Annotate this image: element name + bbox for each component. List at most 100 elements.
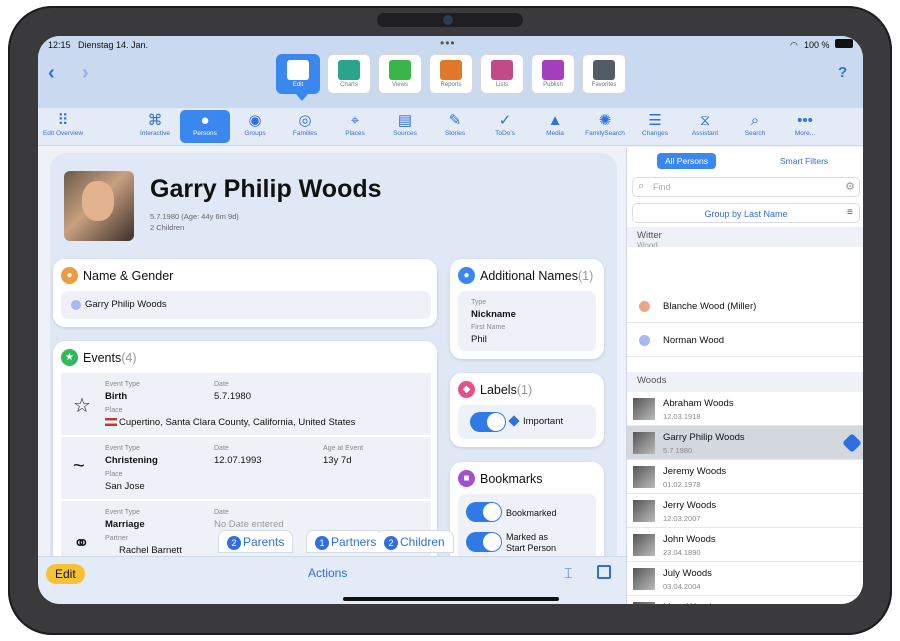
- additional-names-card[interactable]: ● Additional Names(1) Type Nickname Firs…: [450, 259, 604, 359]
- all-persons-tab[interactable]: All Persons: [657, 153, 716, 169]
- person-icon: ●: [61, 267, 78, 284]
- event-row[interactable]: ☆ Event Type Birth Date 5.7.1980 Place C…: [61, 373, 431, 435]
- toolbar-favorites-button[interactable]: Favorites: [582, 54, 626, 94]
- secondary-toolbar: ⠿ Edit Overview ⌘ Interactive ● Persons ◉ Group…: [38, 108, 863, 146]
- person-thumbnail: [633, 466, 655, 488]
- help-button[interactable]: ?: [838, 64, 847, 81]
- pencil-icon: [287, 60, 309, 80]
- list-item[interactable]: John Woods 23.04.1890: [627, 528, 863, 562]
- tab-search[interactable]: ⌕ Search: [730, 110, 780, 143]
- tab-sources[interactable]: ▤ Sources: [380, 110, 430, 143]
- person-thumbnail: [633, 534, 655, 556]
- list-item[interactable]: Blanche Wood (Miller): [627, 289, 863, 323]
- person-thumbnail: [633, 398, 655, 420]
- tab-more[interactable]: ••• More...: [780, 110, 830, 143]
- toolbar-reports-button[interactable]: Reports: [429, 54, 473, 94]
- search-input[interactable]: ⌕ Find ⚙: [632, 177, 860, 197]
- back-arrow-icon[interactable]: ‹: [48, 62, 55, 85]
- chart-toggle-icon[interactable]: ⌶: [564, 565, 572, 582]
- status-date: Dienstag 14. Jan.: [78, 40, 149, 50]
- report-icon: [440, 60, 462, 80]
- name-gender-card[interactable]: ● Name & Gender Garry Philip Woods: [53, 259, 437, 327]
- list-item[interactable]: Jerry Woods 12.03.2007: [627, 494, 863, 528]
- camera-icon: [443, 15, 453, 25]
- tab-interactive[interactable]: ⌘ Interactive: [130, 110, 180, 143]
- sidebar-toggle-icon[interactable]: [597, 565, 611, 579]
- gender-dot-icon: [639, 335, 650, 346]
- tab-edit-overview[interactable]: ⠿ Edit Overview: [38, 110, 88, 143]
- list-item[interactable]: Marc Woods12.02.2013: [627, 596, 863, 604]
- person-avatar[interactable]: [64, 171, 134, 241]
- group-by-button[interactable]: Group by Last Name: [632, 203, 860, 223]
- card-title: Bookmarks: [480, 472, 543, 486]
- tag-icon: ◆: [458, 381, 475, 398]
- toolbar-edit-button[interactable]: Edit: [276, 54, 320, 94]
- person-detail: Garry Philip Woods 5.7.1980 (Age: 44y 6m…: [38, 147, 626, 572]
- list-item[interactable]: Garry Philip Woods 5.7.1980: [627, 426, 863, 460]
- tab-families[interactable]: ◎ Families: [280, 110, 330, 143]
- edit-button[interactable]: Edit: [46, 564, 85, 584]
- section-header: Witter: [627, 227, 863, 247]
- tab-changes[interactable]: ☰ Changes: [630, 110, 680, 143]
- bookmark-rows: Bookmarked Marked as Start Person: [458, 494, 596, 564]
- selected-pointer: [296, 94, 308, 101]
- partners-tab[interactable]: 1 Partners: [306, 530, 386, 553]
- section-header: Woods: [627, 372, 863, 392]
- gender-dot-icon: [71, 300, 81, 310]
- tab-places[interactable]: ⌖ Places: [330, 110, 380, 143]
- toolbar-charts-button[interactable]: Charts: [327, 54, 371, 94]
- labels-card[interactable]: ◆ Labels(1) Important: [450, 373, 604, 447]
- nickname-row[interactable]: Type Nickname First Name Phil: [458, 291, 596, 351]
- tab-media[interactable]: ▲ Media: [530, 110, 580, 143]
- bookmarked-toggle[interactable]: [466, 502, 502, 522]
- eye-icon: [389, 60, 411, 80]
- card-title: Events(4): [83, 351, 137, 365]
- card-title: Name & Gender: [83, 269, 174, 283]
- persons-list-panel: All Persons Smart Filters ⌕ Find ⚙ Group…: [626, 147, 863, 604]
- stories-icon: ✎: [448, 112, 462, 129]
- person-thumbnail: [633, 432, 655, 454]
- publish-icon: [542, 60, 564, 80]
- forward-arrow-icon[interactable]: ›: [82, 62, 89, 85]
- tag-icon: [508, 415, 520, 427]
- parents-tab[interactable]: 2 Parents: [218, 530, 294, 553]
- list-icon: [491, 60, 513, 80]
- children-tab[interactable]: 2 Children: [376, 530, 454, 553]
- list-item[interactable]: Jeremy Woods 01.02.1978: [627, 460, 863, 494]
- rings-icon: ◎: [298, 112, 312, 129]
- event-row[interactable]: ~ Event Type Christening Date 12.07.1993…: [61, 437, 431, 499]
- chart-icon: [338, 60, 360, 80]
- status-time: 12:15: [48, 40, 71, 50]
- smart-filters-tab[interactable]: Smart Filters: [772, 153, 836, 169]
- name-value: Garry Philip Woods: [85, 299, 167, 310]
- list-item[interactable]: July Woods 03.04.2004: [627, 562, 863, 596]
- actions-button[interactable]: Actions: [308, 566, 347, 580]
- star-outline-icon: ☆: [73, 395, 91, 417]
- list-item[interactable]: Norman Wood: [627, 323, 863, 357]
- sort-icon[interactable]: ≡: [847, 207, 853, 218]
- important-toggle[interactable]: [470, 412, 506, 432]
- tab-stories[interactable]: ✎ Stories: [430, 110, 480, 143]
- camera-housing: [377, 13, 523, 27]
- gear-icon[interactable]: ⚙: [845, 180, 855, 193]
- multitask-dots-icon[interactable]: •••: [440, 36, 456, 50]
- label-row: Important: [458, 405, 596, 439]
- tab-familysearch[interactable]: ✺ FamilySearch: [580, 110, 630, 143]
- person-thumbnail: [633, 602, 655, 604]
- top-toolbar: 12:15 Dienstag 14. Jan. ••• ◠ 100 % ‹ › …: [38, 36, 863, 108]
- tab-groups[interactable]: ◉ Groups: [230, 110, 280, 143]
- start-person-toggle[interactable]: [466, 532, 502, 552]
- gender-dot-icon: [639, 301, 650, 312]
- tab-todo-s[interactable]: ✓ ToDo's: [480, 110, 530, 143]
- toolbar-views-button[interactable]: Views: [378, 54, 422, 94]
- section-header-partial: Wood: [637, 241, 658, 247]
- toolbar-lists-button[interactable]: Lists: [480, 54, 524, 94]
- name-row[interactable]: Garry Philip Woods: [61, 291, 431, 319]
- search-icon: ⌕: [638, 180, 645, 192]
- tab-assistant[interactable]: ⧖ Assistant: [680, 110, 730, 143]
- person-icon: ●: [200, 112, 210, 129]
- list-item[interactable]: Abraham Woods 12.03.1918: [627, 392, 863, 426]
- tab-persons[interactable]: ● Persons: [180, 110, 230, 143]
- toolbar-publish-button[interactable]: Publish: [531, 54, 575, 94]
- person-dates: 5.7.1980 (Age: 44y 6m 9d): [150, 212, 239, 221]
